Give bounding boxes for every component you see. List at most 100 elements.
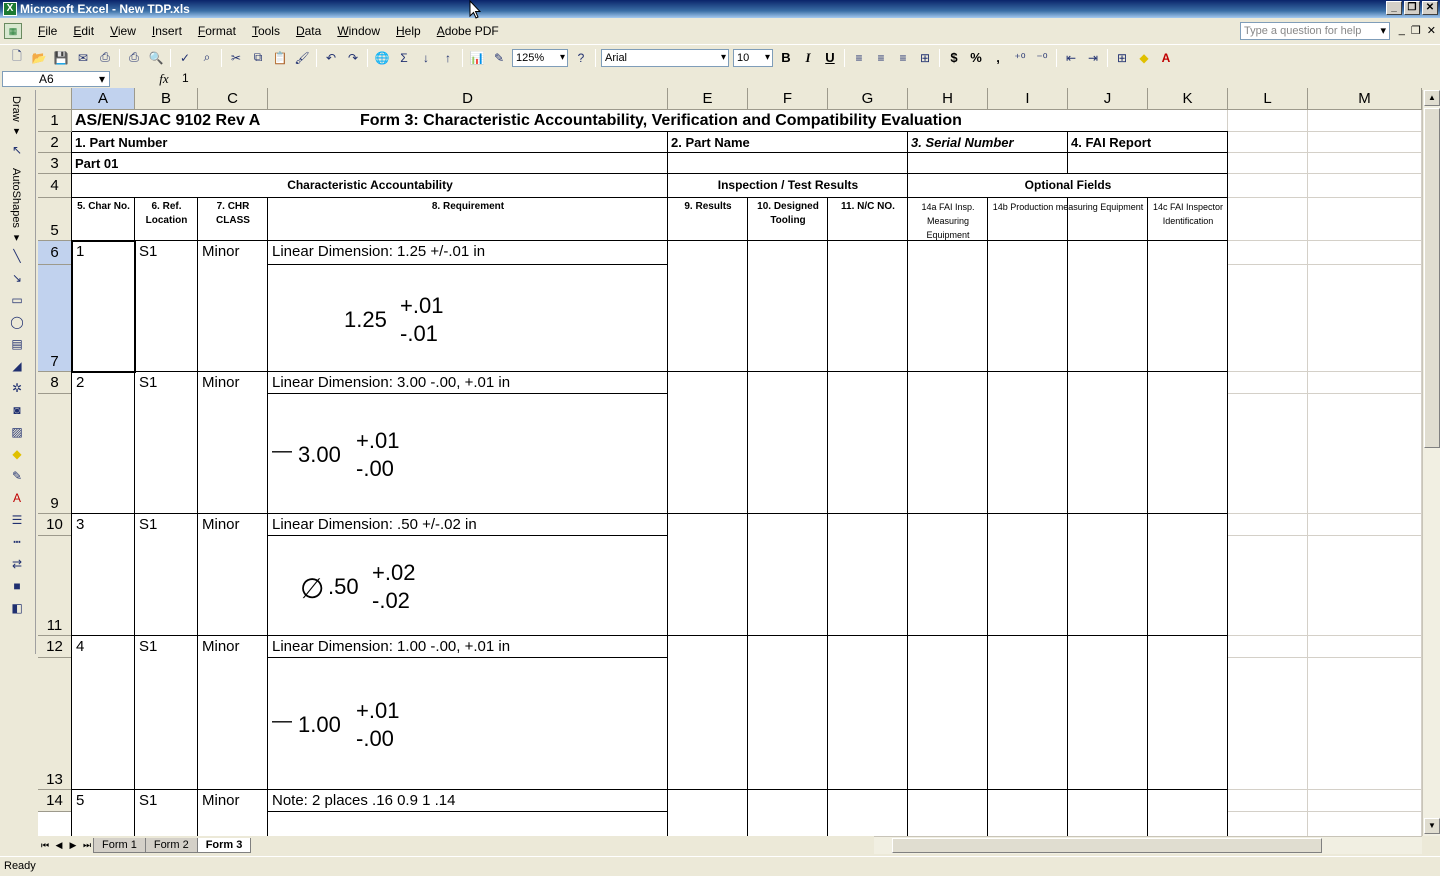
- header-requirement[interactable]: 8. Requirement: [270, 200, 666, 240]
- fill-color-draw-icon[interactable]: ◆: [5, 444, 29, 464]
- first-sheet-icon[interactable]: ⏮: [38, 840, 52, 851]
- row-header-3[interactable]: 3: [38, 153, 72, 174]
- increase-decimal-icon[interactable]: ⁺⁰: [1009, 47, 1031, 69]
- prev-sheet-icon[interactable]: ◀: [52, 840, 66, 851]
- menu-window[interactable]: Window: [329, 21, 388, 41]
- row-header-2[interactable]: 2: [38, 132, 72, 153]
- column-header-b[interactable]: B: [135, 88, 198, 110]
- ref-location-3[interactable]: S1: [139, 516, 194, 533]
- italic-button[interactable]: I: [797, 50, 819, 66]
- print-preview-icon[interactable]: 🔍: [145, 47, 167, 69]
- chr-class-2[interactable]: Minor: [202, 374, 268, 391]
- currency-button[interactable]: $: [943, 50, 965, 65]
- next-sheet-icon[interactable]: ▶: [66, 840, 80, 851]
- save-icon[interactable]: 💾: [50, 47, 72, 69]
- sheet-tab-form-3[interactable]: Form 3: [196, 837, 252, 853]
- new-icon[interactable]: 🗋: [6, 47, 28, 69]
- header-chr-class[interactable]: 7. CHR CLASS: [200, 200, 266, 240]
- borders-icon[interactable]: ⊞: [1111, 47, 1133, 69]
- fill-color-icon[interactable]: ◆: [1133, 47, 1155, 69]
- column-header-l[interactable]: L: [1228, 88, 1308, 110]
- sheet-tab-form-2[interactable]: Form 2: [144, 837, 198, 853]
- name-box[interactable]: A6: [2, 71, 110, 87]
- sheet-tab-form-1[interactable]: Form 1: [93, 837, 146, 853]
- select-all-corner[interactable]: [38, 88, 72, 110]
- column-header-j[interactable]: J: [1068, 88, 1148, 110]
- row-header-14[interactable]: 14: [38, 790, 72, 812]
- requirement-4[interactable]: Linear Dimension: 1.00 -.00, +.01 in: [272, 638, 664, 655]
- help-icon[interactable]: ?: [570, 47, 592, 69]
- row-header-4[interactable]: 4: [38, 174, 72, 198]
- chr-class-4[interactable]: Minor: [202, 638, 268, 655]
- email-icon[interactable]: ⎙: [94, 47, 116, 69]
- char-no-1[interactable]: 1: [76, 243, 126, 260]
- header-fai-insp-equipment[interactable]: 14a FAI Insp. Measuring Equipment: [910, 200, 986, 240]
- row-header-8[interactable]: 8: [38, 372, 72, 394]
- cut-icon[interactable]: ✂: [225, 47, 247, 69]
- line-color-icon[interactable]: ✎: [5, 466, 29, 486]
- doc-close-button[interactable]: ✕: [1427, 24, 1436, 37]
- ref-location-2[interactable]: S1: [139, 374, 194, 391]
- chr-class-3[interactable]: Minor: [202, 516, 268, 533]
- menu-file[interactable]: File: [30, 21, 65, 41]
- section-optional[interactable]: Optional Fields: [908, 178, 1228, 192]
- line-style-icon[interactable]: ☰: [5, 510, 29, 530]
- decrease-decimal-icon[interactable]: ⁻⁰: [1031, 47, 1053, 69]
- column-header-i[interactable]: I: [988, 88, 1068, 110]
- row-header-12[interactable]: 12: [38, 636, 72, 658]
- row-header-1[interactable]: 1: [38, 110, 72, 132]
- research-icon[interactable]: ⌕: [196, 47, 218, 69]
- print-icon[interactable]: ⎙: [123, 47, 145, 69]
- rectangle-icon[interactable]: ▭: [5, 290, 29, 310]
- clipart-icon[interactable]: ◙: [5, 400, 29, 420]
- row-header-6[interactable]: 6: [38, 241, 72, 265]
- permission-icon[interactable]: ✉: [72, 47, 94, 69]
- menu-view[interactable]: View: [102, 21, 144, 41]
- requirement-1[interactable]: Linear Dimension: 1.25 +/-.01 in: [272, 243, 664, 260]
- requirement-5[interactable]: Note: 2 places .16 0.9 1 .14: [272, 792, 664, 809]
- chr-class-1[interactable]: Minor: [202, 243, 268, 260]
- formula-input[interactable]: 1: [178, 71, 1440, 87]
- row-header-5[interactable]: 5: [38, 198, 72, 241]
- char-no-4[interactable]: 4: [76, 638, 126, 655]
- vertical-scrollbar[interactable]: ▲ ▼: [1422, 90, 1440, 836]
- row-header-9[interactable]: 9: [38, 394, 72, 514]
- minimize-button[interactable]: _: [1386, 1, 1402, 15]
- format-painter-icon[interactable]: 🖌: [291, 47, 313, 69]
- worksheet-grid[interactable]: A B C D E F G H I J K L M 1 2 3 4 5 6 7 8 9 10 11 12 13 14 AS/EN/SJ…: [38, 88, 1422, 836]
- menu-format[interactable]: Format: [190, 21, 244, 41]
- column-header-c[interactable]: C: [198, 88, 268, 110]
- menu-help[interactable]: Help: [388, 21, 429, 41]
- section-inspection[interactable]: Inspection / Test Results: [668, 178, 908, 192]
- doc-minimize-button[interactable]: _: [1399, 24, 1405, 37]
- horizontal-scrollbar[interactable]: [874, 836, 1422, 854]
- header-nc-no[interactable]: 11. N/C NO.: [830, 200, 906, 240]
- shadow-icon[interactable]: ■: [5, 576, 29, 596]
- arrow-icon[interactable]: ↘: [5, 268, 29, 288]
- header-char-no[interactable]: 5. Char No.: [74, 200, 133, 240]
- drawing-icon[interactable]: ✎: [488, 47, 510, 69]
- font-size-select[interactable]: 10: [733, 48, 773, 67]
- merge-center-icon[interactable]: ⊞: [914, 47, 936, 69]
- ref-location-5[interactable]: S1: [139, 792, 194, 809]
- align-center-icon[interactable]: ≡: [870, 47, 892, 69]
- sort-ascending-icon[interactable]: ↓: [415, 47, 437, 69]
- header-designed-tooling[interactable]: 10. Designed Tooling: [750, 200, 826, 240]
- font-color-icon[interactable]: A: [1155, 47, 1177, 69]
- column-header-g[interactable]: G: [828, 88, 908, 110]
- column-header-f[interactable]: F: [748, 88, 828, 110]
- menu-adobe-pdf[interactable]: Adobe PDF: [429, 21, 507, 41]
- char-no-5[interactable]: 5: [76, 792, 126, 809]
- requirement-3[interactable]: Linear Dimension: .50 +/-.02 in: [272, 516, 664, 533]
- doc-restore-button[interactable]: ❐: [1411, 24, 1421, 37]
- underline-button[interactable]: U: [819, 50, 841, 65]
- ref-location-1[interactable]: S1: [139, 243, 194, 260]
- scroll-up-icon[interactable]: ▲: [1424, 90, 1440, 106]
- header-ref-location[interactable]: 6. Ref. Location: [137, 200, 196, 240]
- diagram-icon[interactable]: ✲: [5, 378, 29, 398]
- oval-icon[interactable]: ◯: [5, 312, 29, 332]
- excel-app-icon[interactable]: X: [3, 2, 17, 16]
- serial-number-label[interactable]: 3. Serial Number: [911, 135, 1067, 150]
- wordart-icon[interactable]: ◢: [5, 356, 29, 376]
- header-production-equipment[interactable]: 14b Production measuring Equipment: [990, 200, 1146, 240]
